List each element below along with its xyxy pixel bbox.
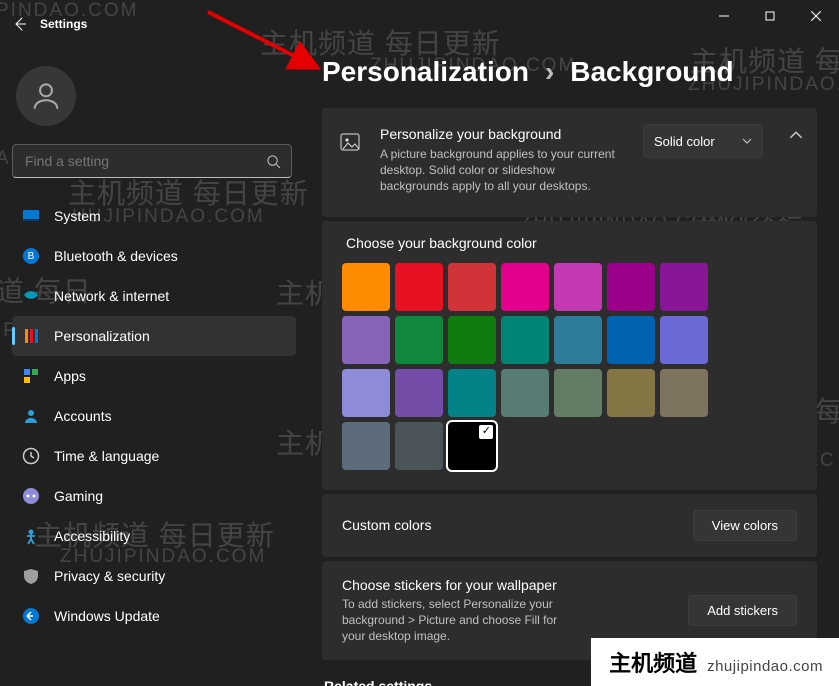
color-swatch[interactable] xyxy=(342,263,390,311)
color-swatch[interactable] xyxy=(554,369,602,417)
nav-item-personalization[interactable]: Personalization xyxy=(12,316,296,356)
color-swatch[interactable] xyxy=(501,369,549,417)
chevron-down-icon xyxy=(742,136,752,146)
stickers-desc: To add stickers, select Personalize your… xyxy=(342,596,582,645)
color-swatch[interactable] xyxy=(448,422,496,470)
nav-icon xyxy=(22,207,40,225)
color-swatch[interactable] xyxy=(448,316,496,364)
brand-cn: 主机频道 xyxy=(609,646,697,678)
nav-item-system[interactable]: System xyxy=(12,196,296,236)
nav-icon xyxy=(22,407,40,425)
expand-button[interactable] xyxy=(789,128,803,142)
nav-item-time-language[interactable]: Time & language xyxy=(12,436,296,476)
window-title: Settings xyxy=(40,17,87,31)
color-swatch[interactable] xyxy=(660,263,708,311)
close-button[interactable] xyxy=(793,0,839,32)
breadcrumb: Personalization › Background xyxy=(322,56,817,88)
nav-label: Apps xyxy=(54,368,86,384)
chevron-right-icon: › xyxy=(545,56,554,88)
nav-item-accounts[interactable]: Accounts xyxy=(12,396,296,436)
color-swatch[interactable] xyxy=(342,369,390,417)
nav-item-bluetooth-devices[interactable]: B Bluetooth & devices xyxy=(12,236,296,276)
color-swatch[interactable] xyxy=(554,316,602,364)
nav-label: Accounts xyxy=(54,408,112,424)
dropdown-value: Solid color xyxy=(654,134,715,149)
color-swatch[interactable] xyxy=(395,263,443,311)
title-bar: Settings xyxy=(0,0,839,48)
nav-icon xyxy=(22,567,40,585)
personalize-background-card: Personalize your background A picture ba… xyxy=(322,108,817,217)
background-type-dropdown[interactable]: Solid color xyxy=(643,124,763,158)
nav-icon xyxy=(22,327,40,345)
swatch-title: Choose your background color xyxy=(346,235,797,251)
color-swatch[interactable] xyxy=(660,369,708,417)
back-button[interactable] xyxy=(0,0,40,48)
search-input[interactable] xyxy=(23,152,266,170)
brand-url: zhujipindao.com xyxy=(707,658,823,675)
nav-label: Gaming xyxy=(54,488,103,504)
stickers-title: Choose stickers for your wallpaper xyxy=(342,577,582,593)
svg-text:B: B xyxy=(28,251,35,262)
search-icon xyxy=(266,154,281,169)
nav-item-apps[interactable]: Apps xyxy=(12,356,296,396)
custom-colors-label: Custom colors xyxy=(342,517,431,533)
nav-icon xyxy=(22,607,40,625)
person-icon xyxy=(29,79,63,113)
nav-icon xyxy=(22,367,40,385)
color-swatch[interactable] xyxy=(607,263,655,311)
nav-label: Windows Update xyxy=(54,608,160,624)
color-swatch[interactable] xyxy=(501,263,549,311)
nav-label: Bluetooth & devices xyxy=(54,248,178,264)
color-swatch[interactable] xyxy=(395,422,443,470)
chevron-up-icon xyxy=(789,128,803,142)
nav-item-network-internet[interactable]: Network & internet xyxy=(12,276,296,316)
nav-item-accessibility[interactable]: Accessibility xyxy=(12,516,296,556)
sidebar: System B Bluetooth & devices Network & inte… xyxy=(0,48,300,636)
nav-item-gaming[interactable]: Gaming xyxy=(12,476,296,516)
add-stickers-button[interactable]: Add stickers xyxy=(688,595,797,626)
nav-item-privacy-security[interactable]: Privacy & security xyxy=(12,556,296,596)
nav-icon: B xyxy=(22,247,40,265)
nav-icon xyxy=(22,287,40,305)
card-description: A picture background applies to your cur… xyxy=(380,146,620,195)
back-arrow-icon xyxy=(12,16,28,32)
nav-item-windows-update[interactable]: Windows Update xyxy=(12,596,296,636)
color-swatch[interactable] xyxy=(395,316,443,364)
color-swatch[interactable] xyxy=(448,369,496,417)
search-box[interactable] xyxy=(12,144,292,178)
color-swatch[interactable] xyxy=(607,369,655,417)
user-avatar[interactable] xyxy=(16,66,76,126)
color-swatch-card: Choose your background color xyxy=(322,221,817,490)
nav-label: Privacy & security xyxy=(54,568,165,584)
nav-icon xyxy=(22,527,40,545)
color-swatch[interactable] xyxy=(660,316,708,364)
view-colors-button[interactable]: View colors xyxy=(693,510,797,541)
breadcrumb-current: Background xyxy=(570,56,733,88)
nav-label: Time & language xyxy=(54,448,159,464)
nav-label: Accessibility xyxy=(54,528,130,544)
color-swatch[interactable] xyxy=(501,316,549,364)
breadcrumb-parent[interactable]: Personalization xyxy=(322,56,529,88)
color-swatch[interactable] xyxy=(554,263,602,311)
color-swatch[interactable] xyxy=(395,369,443,417)
color-swatch[interactable] xyxy=(607,316,655,364)
color-swatch[interactable] xyxy=(342,422,390,470)
color-swatch[interactable] xyxy=(342,316,390,364)
minimize-button[interactable] xyxy=(701,0,747,32)
nav-icon xyxy=(22,487,40,505)
color-swatch[interactable] xyxy=(448,263,496,311)
maximize-button[interactable] xyxy=(747,0,793,32)
picture-icon xyxy=(340,132,360,152)
brand-badge: 主机频道 zhujipindao.com xyxy=(591,638,839,686)
custom-colors-row: Custom colors View colors xyxy=(322,494,817,557)
nav-label: Personalization xyxy=(54,328,150,344)
nav-label: Network & internet xyxy=(54,288,169,304)
nav-icon xyxy=(22,447,40,465)
nav-label: System xyxy=(54,208,101,224)
content-area: Personalization › Background Personalize… xyxy=(322,48,817,686)
